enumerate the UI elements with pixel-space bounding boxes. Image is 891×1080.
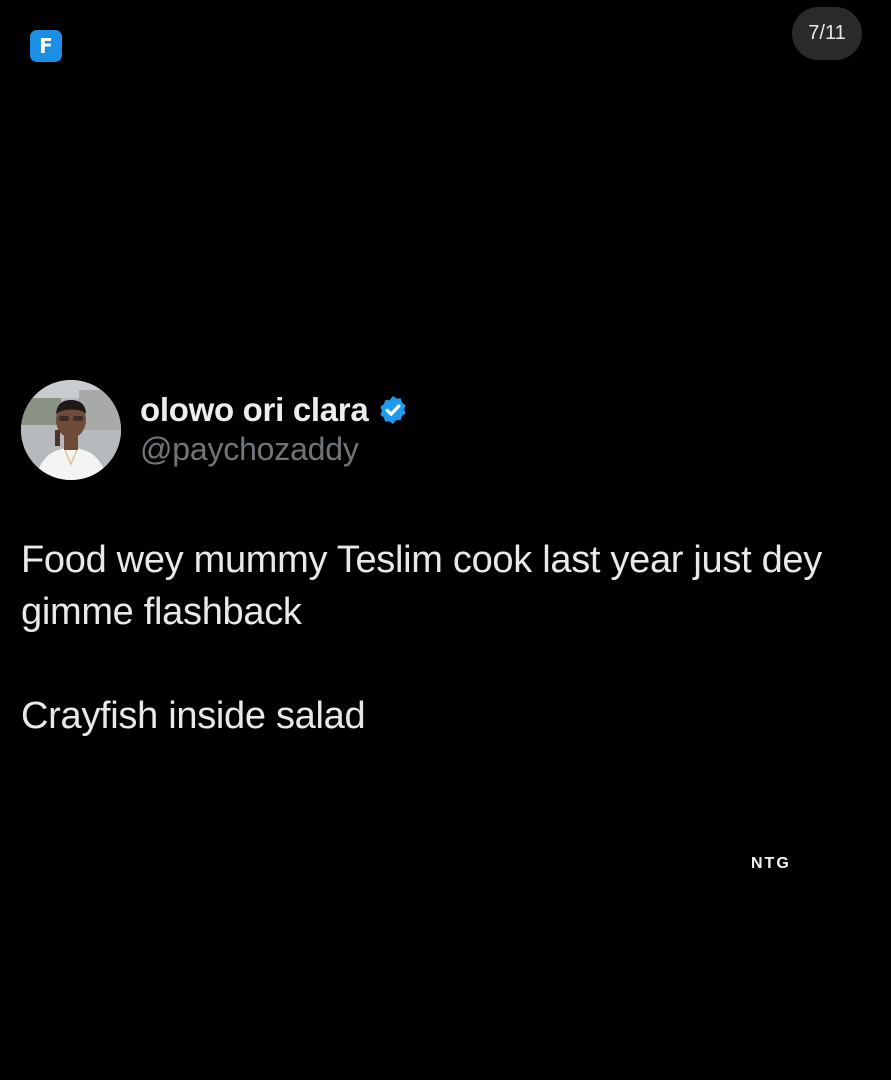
tweet-paragraph: Crayfish inside salad [21,695,366,737]
user-handle[interactable]: @paychozaddy [140,431,359,468]
display-name[interactable]: olowo ori clara [140,391,369,429]
tweet-paragraph: Food wey mummy Teslim cook last year jus… [21,539,822,633]
tweet-body: Food wey mummy Teslim cook last year jus… [21,534,871,742]
page-counter: 7/11 [792,7,862,60]
watermark: NTG [751,855,791,872]
avatar-photo [21,380,121,480]
author-row: olowo ori clara [140,390,409,430]
verified-check-icon [380,396,406,424]
tweet-card: olowo ori clara @paychozaddy Food wey mu… [0,362,891,742]
app-logo-icon[interactable]: F [30,30,62,62]
avatar[interactable] [21,380,121,480]
